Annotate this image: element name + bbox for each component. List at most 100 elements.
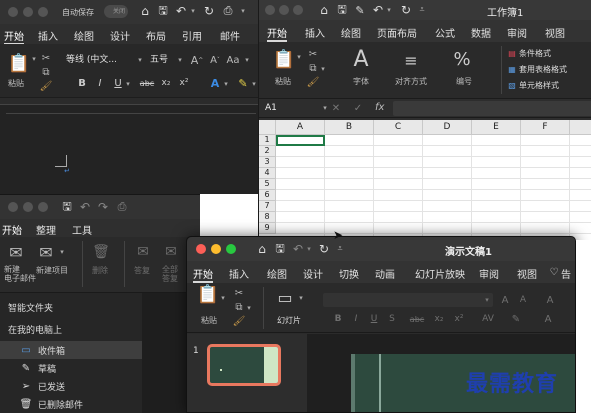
font-name-select[interactable]: 等线 (中文... (62, 52, 144, 68)
font-size-dropdown-icon[interactable]: ▾ (176, 55, 184, 65)
print-icon[interactable]: ⎙ (220, 4, 236, 18)
ppt-tab-transitions[interactable]: 切换 (339, 266, 359, 281)
excel-customize-icon[interactable]: ⩡ (417, 3, 427, 17)
excel-redo-icon[interactable]: ↻ (399, 3, 413, 17)
row-header-9[interactable]: 9 (259, 223, 276, 234)
ppt-shadow-icon[interactable]: S (387, 313, 397, 325)
cell-styles-button[interactable]: 单元格样式 (519, 80, 559, 91)
ppt-font-name-select[interactable] (323, 293, 493, 307)
excel-tab-formulas[interactable]: 公式 (435, 25, 455, 40)
ppt-paste-icon[interactable]: 📋 (197, 283, 219, 305)
word-document-area[interactable]: ↵ (0, 104, 262, 194)
strikethrough-button[interactable]: abc (138, 76, 156, 90)
outlook-tab-organize[interactable]: 整理 (36, 222, 56, 237)
excel-edit-icon[interactable]: ✎ (353, 3, 367, 17)
home-icon[interactable]: ⌂ (138, 4, 152, 18)
excel-tab-page-layout[interactable]: 页面布局 (377, 25, 417, 40)
ppt-grow-font-icon[interactable]: A (499, 293, 511, 307)
column-header-e[interactable]: E (472, 120, 521, 135)
excel-tab-view[interactable]: 视图 (545, 25, 565, 40)
folder-sent[interactable]: ➢ 已发送 (0, 377, 142, 395)
smart-folders-heading[interactable]: 智能文件夹 (8, 301, 53, 314)
highlight-dropdown-icon[interactable]: ▾ (250, 79, 258, 89)
outlook-print-icon[interactable]: ⎙ (114, 200, 130, 214)
word-tab-layout[interactable]: 布局 (146, 28, 166, 43)
excel-zoom-button[interactable] (293, 5, 303, 15)
new-email-icon[interactable]: ✉ (6, 243, 26, 262)
row-header-5[interactable]: 5 (259, 179, 276, 190)
text-effects-dropdown-icon[interactable]: ▾ (222, 79, 230, 89)
ppt-undo-dropdown-icon[interactable]: ▾ (305, 242, 313, 256)
column-header-d[interactable]: D (423, 120, 472, 135)
outlook-save-icon[interactable]: 🖫 (60, 200, 74, 214)
ppt-tab-draw[interactable]: 绘图 (267, 266, 287, 281)
excel-tab-insert[interactable]: 插入 (305, 25, 325, 40)
new-item-dropdown-icon[interactable]: ▾ (58, 247, 66, 257)
excel-paste-icon[interactable]: 📋 (273, 48, 295, 70)
ppt-tab-animations[interactable]: 动画 (375, 266, 395, 281)
reply-all-icon[interactable]: ✉ (162, 243, 180, 261)
column-header-b[interactable]: B (325, 120, 374, 135)
outlook-undo-icon[interactable]: ↶ (78, 200, 92, 214)
format-painter-icon[interactable]: 🖌 (40, 80, 53, 92)
paste-dropdown-icon[interactable]: ▾ (30, 54, 38, 64)
ppt-subscript-icon[interactable]: x₂ (433, 313, 445, 325)
ppt-superscript-icon[interactable]: x² (453, 313, 465, 325)
print-dropdown-icon[interactable]: ▾ (238, 4, 248, 18)
excel-undo-dropdown-icon[interactable]: ▾ (385, 3, 393, 17)
underline-button[interactable]: U (112, 76, 124, 90)
column-header-c[interactable]: C (374, 120, 423, 135)
ppt-format-painter-icon[interactable]: 🖌 (233, 315, 246, 327)
delete-icon[interactable]: 🗑 (92, 243, 110, 261)
ppt-italic-icon[interactable]: I (351, 313, 361, 325)
formula-input[interactable] (393, 101, 591, 116)
underline-dropdown-icon[interactable]: ▾ (124, 79, 132, 89)
row-header-7[interactable]: 7 (259, 201, 276, 212)
excel-copy-icon[interactable]: ⧉ (307, 62, 319, 74)
excel-number-icon[interactable]: % (451, 48, 473, 70)
excel-tab-review[interactable]: 审阅 (507, 25, 527, 40)
copy-icon[interactable]: ⧉ (40, 66, 52, 78)
name-box-dropdown-icon[interactable]: ▾ (321, 103, 329, 113)
column-header-g[interactable] (570, 120, 591, 135)
new-item-icon[interactable]: ✉ (36, 243, 56, 262)
ppt-paste-dropdown-icon[interactable]: ▾ (219, 293, 227, 303)
ppt-tab-home[interactable]: 开始 (193, 266, 213, 283)
ppt-redo-icon[interactable]: ↻ (317, 242, 331, 256)
excel-format-painter-icon[interactable]: 🖌 (307, 76, 320, 88)
excel-undo-icon[interactable]: ↶ (371, 3, 385, 17)
outlook-close-button[interactable] (8, 202, 18, 212)
excel-save-icon[interactable]: 🖫 (335, 3, 349, 17)
text-effects-icon[interactable]: A (208, 76, 222, 90)
folder-deleted[interactable]: 🗑 已删除邮件 (0, 395, 142, 413)
outlook-redo-icon[interactable]: ↷ (96, 200, 110, 214)
ppt-shrink-font-icon[interactable]: A (517, 293, 529, 307)
ppt-undo-icon[interactable]: ↶ (291, 242, 305, 256)
row-header-3[interactable]: 3 (259, 157, 276, 168)
outlook-tab-tools[interactable]: 工具 (72, 222, 92, 237)
selected-cell-a1[interactable] (276, 135, 325, 146)
grow-font-icon[interactable]: A ^ (190, 52, 204, 68)
shrink-font-icon[interactable]: Aˇ (208, 52, 222, 68)
word-tab-design[interactable]: 设计 (110, 28, 130, 43)
excel-tab-home[interactable]: 开始 (267, 25, 287, 42)
ppt-tab-slideshow[interactable]: 幻灯片放映 (415, 266, 465, 281)
ppt-underline-icon[interactable]: U (369, 313, 379, 325)
ppt-zoom-button[interactable] (226, 244, 236, 254)
excel-tab-data[interactable]: 数据 (471, 25, 491, 40)
word-close-button[interactable] (8, 7, 18, 17)
outlook-zoom-button[interactable] (38, 202, 48, 212)
highlight-icon[interactable]: ✎ (236, 76, 250, 90)
change-case-icon[interactable]: Aa (226, 52, 240, 68)
slide-thumbnail[interactable] (207, 344, 281, 386)
ppt-tab-design[interactable]: 设计 (303, 266, 323, 281)
bold-button[interactable]: B (76, 76, 88, 90)
subscript-button[interactable]: x₂ (160, 76, 172, 90)
ppt-close-button[interactable] (196, 244, 206, 254)
cut-icon[interactable]: ✂ (40, 52, 52, 64)
row-header-6[interactable]: 6 (259, 190, 276, 201)
row-header-2[interactable]: 2 (259, 146, 276, 157)
undo-icon[interactable]: ↶ (174, 4, 188, 18)
excel-font-icon[interactable]: A (349, 46, 373, 72)
fx-icon[interactable]: fx (375, 102, 384, 113)
